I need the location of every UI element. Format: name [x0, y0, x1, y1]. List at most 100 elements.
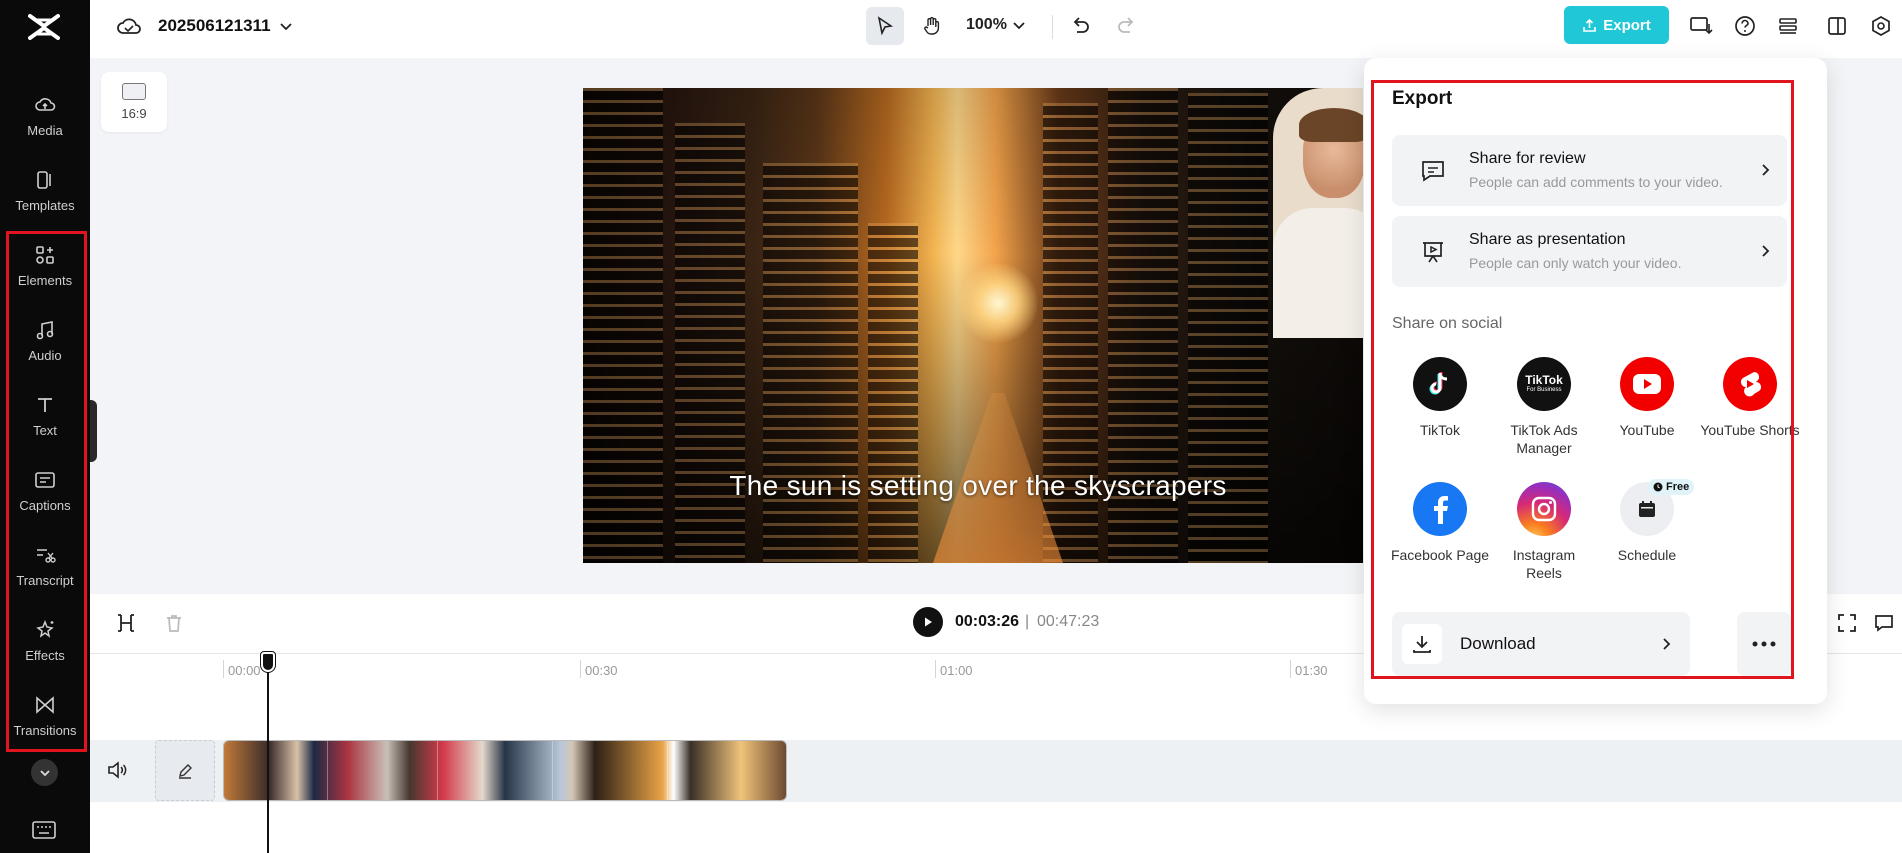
upload-icon [1583, 18, 1597, 32]
social-tiktok[interactable]: TikTok [1390, 357, 1490, 439]
panel-collapse-handle[interactable] [90, 400, 97, 462]
social-tiktok-ads-manager[interactable]: TikTok For Business TikTok Ads Manager [1494, 357, 1594, 457]
free-badge-label: Free [1666, 481, 1690, 493]
clip-frame [553, 741, 668, 800]
panel-layout-icon[interactable] [1824, 13, 1850, 39]
sidebar-item-templates[interactable]: Templates [0, 155, 90, 225]
chevron-down-icon[interactable] [1012, 18, 1026, 32]
share-for-review-button[interactable]: Share for review People can add comments… [1392, 135, 1787, 206]
hand-tool-button[interactable] [913, 7, 951, 45]
free-badge: Free [1648, 479, 1695, 495]
comment-icon[interactable] [1873, 612, 1895, 634]
ruler-label: 01:30 [1295, 663, 1328, 678]
sidebar-item-effects[interactable]: Effects [0, 605, 90, 675]
export-button[interactable]: Export [1564, 6, 1669, 44]
pencil-icon [179, 763, 192, 779]
redo-icon[interactable] [1115, 14, 1139, 38]
video-clip[interactable] [223, 740, 787, 801]
clip-frame [224, 741, 328, 800]
keyboard-icon[interactable] [32, 820, 56, 840]
play-button[interactable] [913, 607, 943, 637]
avatar-body [1273, 208, 1363, 338]
aspect-ratio-label: 16:9 [121, 106, 147, 121]
download-icon [1413, 636, 1431, 653]
youtube-icon [1620, 357, 1674, 411]
chevron-down-icon[interactable] [278, 18, 294, 34]
download-label: Download [1460, 634, 1536, 653]
social-instagram-reels[interactable]: Instagram Reels [1494, 482, 1594, 582]
avatar-overlay[interactable] [1273, 88, 1363, 338]
export-panel-title: Export [1392, 88, 1453, 109]
ruler-label: 00:30 [585, 663, 618, 678]
undo-icon[interactable] [1068, 14, 1092, 38]
share-as-presentation-button[interactable]: Share as presentation People can only wa… [1392, 216, 1787, 287]
sidebar-item-transcript[interactable]: Transcript [0, 530, 90, 600]
sidebar-item-transitions[interactable]: Transitions [0, 680, 90, 750]
sidebar-item-label: Effects [25, 647, 65, 663]
social-youtube-shorts[interactable]: YouTube Shorts [1700, 357, 1800, 439]
present-icon[interactable] [1688, 13, 1714, 39]
ruler-label: 01:00 [940, 663, 973, 678]
download-button[interactable]: Download [1392, 612, 1690, 676]
video-preview[interactable]: The sun is setting over the skyscrapers [583, 88, 1363, 563]
hand-icon [924, 17, 940, 35]
more-options-button[interactable] [1737, 612, 1791, 676]
tiktok-ads-logo-subtext: For Business [1526, 387, 1562, 393]
help-icon[interactable] [1732, 13, 1758, 39]
edit-cover-button[interactable] [155, 740, 215, 801]
clip-frame [668, 741, 786, 800]
sidebar-item-label: Text [33, 422, 57, 438]
aspect-ratio-button[interactable]: 16:9 [101, 72, 167, 132]
clip-frame [328, 741, 438, 800]
zoom-level[interactable]: 100% [966, 16, 1007, 34]
social-facebook-page[interactable]: Facebook Page [1390, 482, 1490, 564]
share-review-subtitle: People can add comments to your video. [1469, 174, 1723, 190]
total-time: 00:47:23 [1037, 613, 1100, 630]
more-horizontal-icon [1752, 641, 1776, 647]
ruler-tick [1290, 660, 1291, 678]
cloud-sync-icon[interactable] [116, 14, 142, 38]
sidebar-item-elements[interactable]: Elements [0, 230, 90, 300]
sidebar-item-captions[interactable]: Captions [0, 455, 90, 525]
transcript-icon [37, 548, 56, 563]
templates-icon [37, 170, 51, 189]
audio-icon [36, 320, 54, 339]
chevron-right-icon [1762, 164, 1770, 176]
share-on-social-heading: Share on social [1392, 315, 1503, 332]
sun-glow [958, 263, 1038, 343]
capcut-logo-icon[interactable] [26, 10, 62, 44]
clock-icon [1653, 482, 1663, 492]
split-icon[interactable] [115, 612, 137, 634]
sidebar-item-text[interactable]: Text [0, 380, 90, 450]
playhead[interactable] [267, 664, 269, 853]
project-title[interactable]: 202506121311 [158, 16, 271, 36]
captions-icon [35, 471, 55, 488]
playhead-handle[interactable] [261, 652, 275, 672]
sidebar-more-button[interactable] [31, 759, 58, 786]
select-tool-button[interactable] [866, 7, 904, 45]
settings-icon[interactable] [1868, 13, 1894, 39]
video-caption[interactable]: The sun is setting over the skyscrapers [583, 470, 1363, 502]
volume-icon[interactable] [106, 759, 128, 781]
time-separator: | [1025, 613, 1030, 630]
tiktok-icon [1413, 357, 1467, 411]
social-label: YouTube Shorts [1700, 422, 1800, 438]
layers-icon[interactable] [1775, 13, 1801, 39]
sidebar-item-label: Transitions [13, 722, 77, 738]
fullscreen-icon[interactable] [1836, 612, 1858, 634]
building-shape [868, 223, 918, 563]
social-label: TikTok Ads Manager [1510, 422, 1578, 456]
current-time: 00:03:26 [955, 613, 1020, 630]
trash-icon[interactable] [163, 612, 185, 634]
ruler-label: 00:00 [228, 663, 261, 678]
export-button-label: Export [1603, 16, 1651, 34]
social-youtube[interactable]: YouTube [1597, 357, 1697, 439]
social-label: Schedule [1617, 547, 1677, 563]
social-label: Instagram Reels [1512, 547, 1576, 581]
sidebar-item-label: Audio [28, 347, 62, 363]
sidebar-item-media[interactable]: Media [0, 80, 90, 150]
facebook-icon [1413, 482, 1467, 536]
elements-icon [36, 245, 54, 264]
ruler-tick [580, 660, 581, 678]
sidebar-item-audio[interactable]: Audio [0, 305, 90, 375]
